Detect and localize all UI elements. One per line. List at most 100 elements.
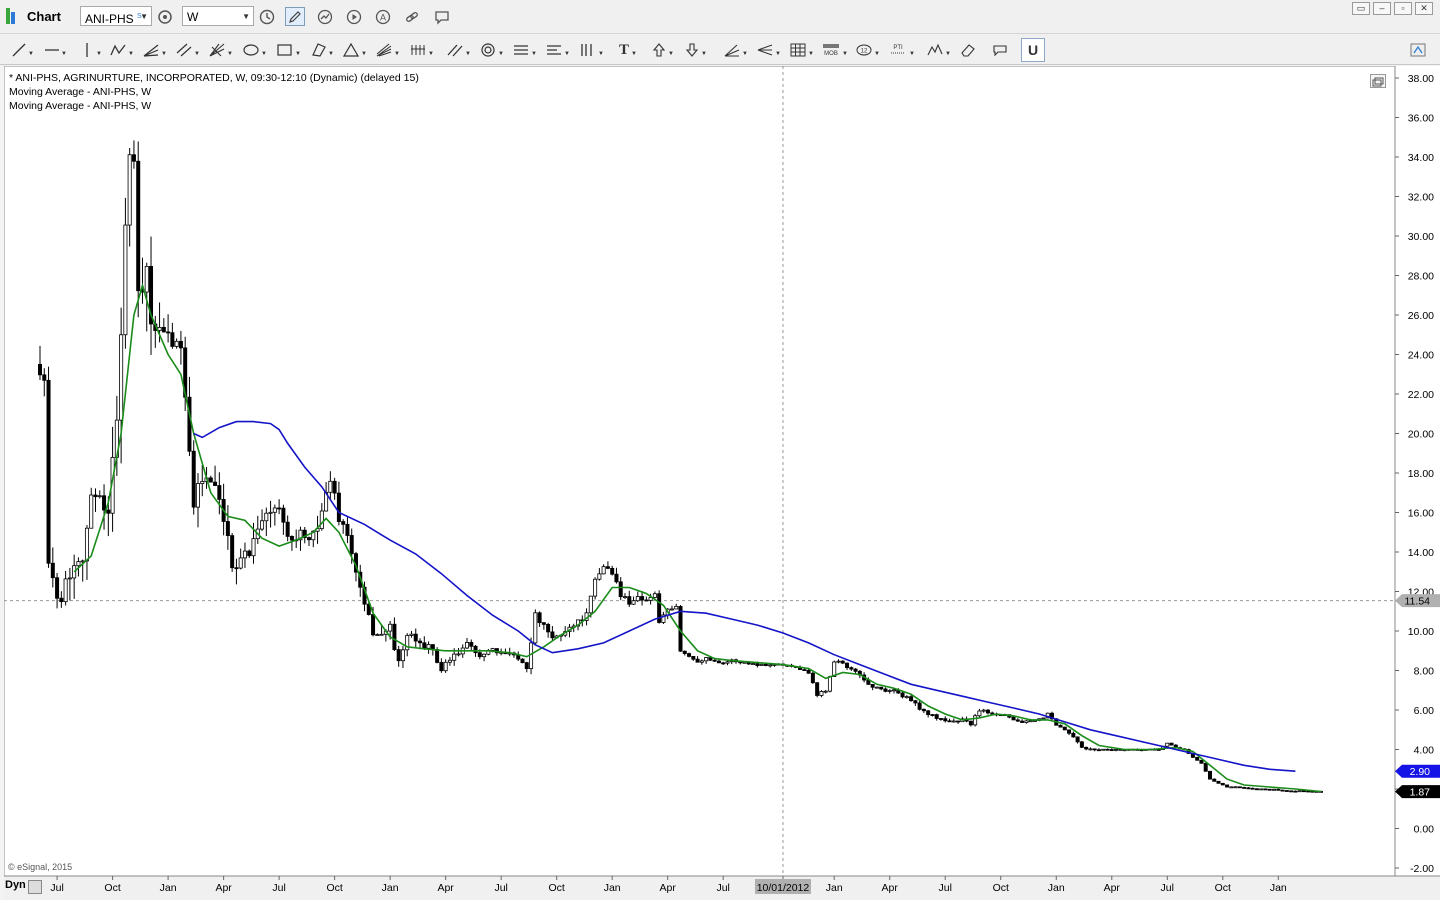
candle (1272, 788, 1277, 791)
candle (1207, 770, 1212, 780)
cycle-tool-icon[interactable]: 12 ▼ (856, 40, 884, 60)
zigzag-tool-icon[interactable]: ▼ (110, 40, 138, 60)
candle-body (178, 340, 183, 349)
extension-tool-icon[interactable]: ▼ (546, 40, 574, 60)
elliott-wave-tool-icon[interactable]: ▼ (927, 40, 955, 60)
arrow-down-tool-icon[interactable]: ▼ (685, 40, 713, 60)
candle-body (968, 720, 973, 726)
trendline-tool-icon[interactable]: ▼ (12, 40, 40, 60)
candle-body (144, 266, 149, 293)
chevron-down-icon[interactable]: ▼ (242, 7, 250, 27)
clock-icon[interactable] (257, 7, 277, 26)
legend-ma-fast: Moving Average - ANI-PHS, W (9, 86, 152, 98)
candle-body (1058, 724, 1063, 728)
mob-tool-icon[interactable]: MOB ▼ (822, 40, 850, 60)
candle (136, 141, 141, 318)
symbol-settings-icon[interactable] (155, 7, 175, 26)
pti-tool-icon[interactable]: PTI ▼ (889, 40, 917, 60)
restore-pane-icon[interactable] (1370, 74, 1386, 88)
fan-tool-icon[interactable]: ▼ (143, 40, 171, 60)
candle (815, 682, 820, 698)
candle-body (285, 521, 290, 537)
candle-body (669, 608, 674, 611)
price-chart[interactable]: 38.00 36.00 34.00 32.00 30.00 28.00 26.00 24.00… (4, 66, 1440, 900)
price-tick-label: 16.00 (1408, 508, 1434, 520)
close-button[interactable]: ✕ (1415, 2, 1433, 15)
candle-body (230, 535, 235, 569)
candle (1289, 790, 1294, 793)
minimize-button[interactable]: – (1373, 2, 1391, 15)
candle-body (1079, 741, 1084, 748)
drawing-settings-icon[interactable] (1410, 40, 1438, 60)
candle-body (930, 714, 935, 716)
candle-body (281, 507, 286, 523)
triangle-tool-icon[interactable]: ▼ (343, 40, 371, 60)
price-tick-label: -2.00 (1410, 863, 1434, 875)
arrow-up-tool-icon[interactable]: ▼ (652, 40, 680, 60)
candle (1101, 748, 1106, 751)
candle-body (195, 483, 200, 508)
interval-input[interactable]: W ▼ (182, 6, 254, 26)
ma-slow-value-tag-label: 2.90 (1410, 766, 1431, 778)
candle (520, 658, 525, 664)
chart-style-icon[interactable] (315, 7, 335, 26)
candle-body (307, 537, 312, 541)
chart-area[interactable]: 38.00 36.00 34.00 32.00 30.00 28.00 26.00 24.00… (4, 66, 1440, 900)
fibonacci-fan-tool-icon[interactable]: ▼ (376, 40, 404, 60)
alert-icon[interactable]: A (373, 7, 393, 26)
pencil-icon[interactable] (285, 7, 305, 26)
parallel-lines-tool-icon[interactable]: ▼ (447, 40, 475, 60)
candle-body (1263, 788, 1268, 791)
maximize-button[interactable]: ▫ (1394, 2, 1412, 15)
pitchfork-tool-icon[interactable]: ▼ (757, 40, 785, 60)
candle-body (751, 663, 756, 665)
candle-body (272, 507, 277, 513)
gann-tool-icon[interactable]: ▼ (209, 40, 237, 60)
diamond-tool-icon[interactable]: ▼ (310, 40, 338, 60)
ellipse-tool-icon[interactable]: ▼ (243, 40, 271, 60)
time-zones-tool-icon[interactable]: ▼ (580, 40, 608, 60)
candle-body (217, 485, 222, 500)
chevron-down-icon[interactable]: ▼ (140, 7, 148, 27)
dynamic-mode-label[interactable]: Dyn (5, 879, 26, 891)
candle-body (1297, 790, 1302, 793)
magnet-icon[interactable]: U (1021, 38, 1045, 62)
angle-tool-icon[interactable]: ▼ (724, 40, 752, 60)
candle-body (943, 718, 948, 722)
channel-tool-icon[interactable]: ▼ (176, 40, 204, 60)
candle-body (1293, 790, 1298, 793)
candle-body (67, 577, 72, 580)
horizontal-line-tool-icon[interactable]: ▼ (45, 40, 73, 60)
text-tool-icon[interactable]: T ▼ (619, 40, 647, 60)
vertical-line-tool-icon[interactable]: ▼ (80, 40, 108, 60)
date-tick-label: Apr (882, 882, 899, 894)
scroll-mode-icon[interactable] (28, 880, 42, 894)
date-tick-label: Jul (494, 882, 507, 894)
candle-body (102, 495, 107, 511)
candle-body (200, 481, 205, 484)
candle (593, 577, 598, 600)
candle (973, 713, 978, 727)
candle-body (234, 567, 239, 570)
candle-body (1071, 732, 1076, 738)
candle (1297, 790, 1302, 793)
candle-body (938, 718, 943, 720)
play-icon[interactable] (344, 7, 364, 26)
circles-tool-icon[interactable]: ▼ (480, 40, 508, 60)
candle-body (392, 623, 397, 650)
eraser-icon[interactable] (960, 40, 988, 60)
retracement-tool-icon[interactable]: ▼ (513, 40, 541, 60)
rectangle-tool-icon[interactable]: ▼ (277, 40, 305, 60)
grid-tool-icon[interactable]: ▼ (790, 40, 818, 60)
drawing-list-icon[interactable] (992, 40, 1020, 60)
candle-body (319, 510, 324, 530)
link-icon[interactable] (402, 7, 422, 26)
cycle-lines-tool-icon[interactable]: ▼ (410, 40, 438, 60)
candle (191, 440, 196, 515)
candle-body (853, 668, 858, 672)
comment-icon[interactable] (432, 7, 452, 26)
symbol-input[interactable]: ANI-PHS S ▼ (80, 6, 152, 26)
pin-window-button[interactable]: ▭ (1352, 2, 1370, 15)
price-tick-label: 36.00 (1408, 113, 1434, 125)
candle-body (815, 682, 820, 696)
